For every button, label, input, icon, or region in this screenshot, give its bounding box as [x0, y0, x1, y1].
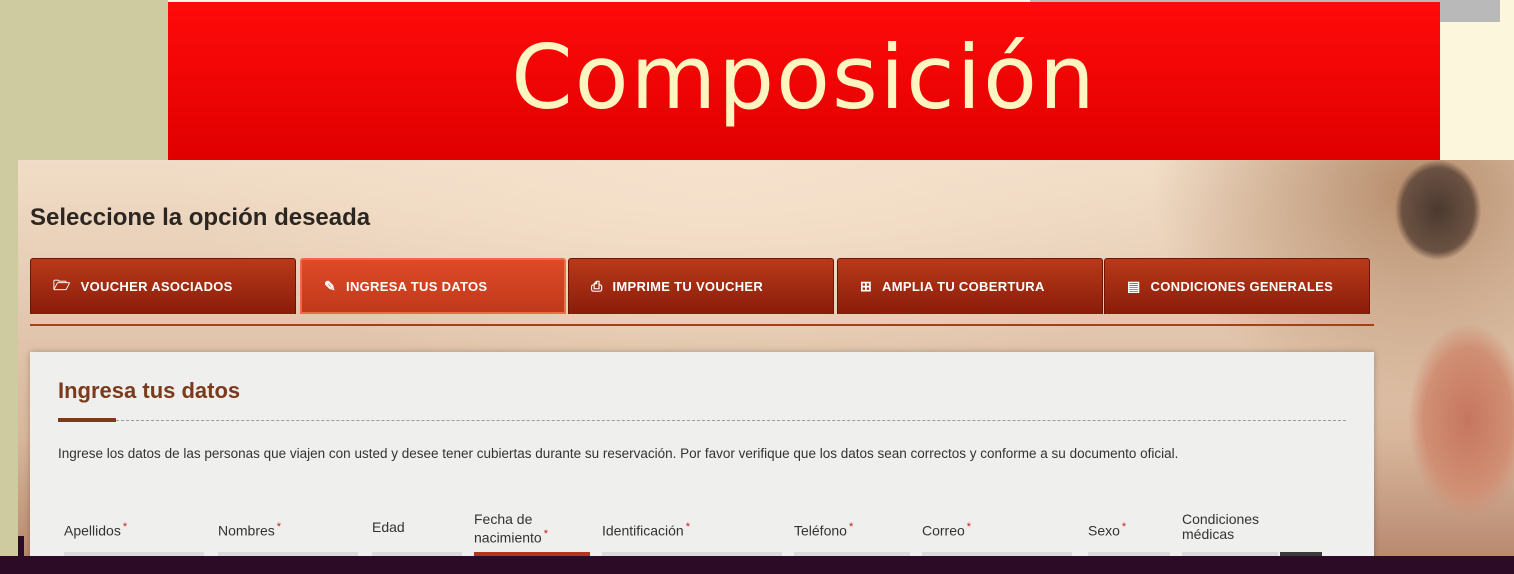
tab-imprime-tu-voucher[interactable]: ⎙ IMPRIME TU VOUCHER [568, 258, 834, 314]
folder-open-icon: 🗁 [53, 276, 71, 293]
tab-label: INGRESA TUS DATOS [346, 278, 488, 294]
tab-label: IMPRIME TU VOUCHER [612, 279, 764, 294]
tab-divider [30, 324, 1374, 326]
column-label: Sexo [1088, 522, 1120, 539]
dashed-divider [116, 420, 1346, 421]
tab-voucher-asociados[interactable]: 🗁 VOUCHER ASOCIADOS [30, 258, 296, 314]
required-marker: * [685, 521, 690, 533]
bottom-left-edge [18, 536, 24, 556]
column-header-sexo: Sexo * [1088, 520, 1126, 539]
required-marker: * [1121, 521, 1127, 533]
tab-condiciones-generales[interactable]: ▤ CONDICIONES GENERALES [1104, 258, 1370, 314]
column-header-edad: Edad [372, 520, 405, 535]
column-label-line2: nacimiento [474, 529, 542, 546]
form-panel: Ingresa tus datos Ingrese los datos de l… [30, 352, 1374, 556]
tab-label: AMPLIA TU COBERTURA [882, 279, 1045, 294]
column-header-identificacion: Identificación * [602, 520, 690, 539]
tab-ingresa-tus-datos[interactable]: ✎ INGRESA TUS DATOS [300, 258, 566, 314]
column-label-line2: médicas [1182, 526, 1235, 542]
column-header-apellidos: Apellidos * [64, 520, 127, 539]
column-label: Nombres [218, 522, 275, 539]
required-marker: * [276, 521, 282, 533]
column-label: Edad [372, 519, 405, 535]
required-marker: * [848, 521, 854, 533]
column-header-fecha-nacimiento: Fecha de nacimiento * [474, 512, 548, 546]
column-header-telefono: Teléfono * [794, 520, 853, 539]
edit-icon: ✎ [324, 277, 337, 294]
embedded-screenshot: Seleccione la opción deseada 🗁 VOUCHER A… [18, 160, 1514, 556]
plus-square-icon: ⊞ [860, 278, 873, 294]
column-label: Fecha de [474, 511, 533, 527]
page-heading: Seleccione la opción deseada [30, 204, 371, 231]
column-label: Apellidos [64, 522, 121, 539]
tab-label: VOUCHER ASOCIADOS [80, 279, 233, 294]
required-marker: * [966, 521, 972, 533]
required-marker: * [543, 528, 548, 540]
column-label: Condiciones [1182, 511, 1260, 527]
print-icon: ⎙ [591, 278, 603, 294]
column-header-nombres: Nombres * [218, 520, 281, 539]
column-label: Correo [922, 522, 965, 539]
title-underline [58, 418, 116, 422]
column-header-correo: Correo * [922, 520, 971, 539]
column-label: Identificación [602, 522, 684, 539]
panel-title: Ingresa tus datos [58, 378, 241, 403]
slide-title: Composición [511, 25, 1097, 129]
column-label: Teléfono [794, 522, 847, 539]
document-icon: ▤ [1127, 278, 1141, 294]
column-header-condiciones-medicas: Condiciones médicas [1182, 512, 1259, 542]
title-banner: Composición [168, 2, 1440, 160]
panel-instructions: Ingrese los datos de las personas que vi… [58, 446, 1179, 461]
required-marker: * [122, 521, 128, 533]
tab-label: CONDICIONES GENERALES [1150, 279, 1334, 294]
tab-amplia-tu-cobertura[interactable]: ⊞ AMPLIA TU COBERTURA [837, 258, 1103, 314]
bottom-bar [0, 556, 1514, 574]
